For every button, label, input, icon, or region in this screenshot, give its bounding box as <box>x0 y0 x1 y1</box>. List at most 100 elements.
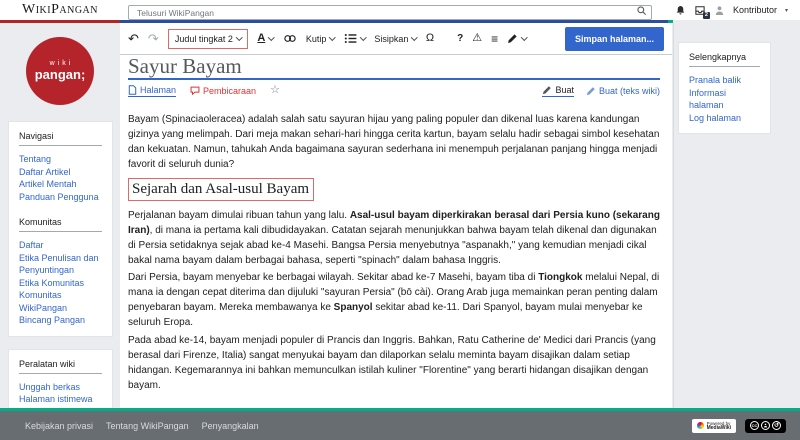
pencil-icon <box>542 85 552 95</box>
nav-card: Navigasi Tentang Daftar Artikel Artikel … <box>8 121 113 337</box>
help-button[interactable]: ? <box>457 33 463 44</box>
sidebar-item-artikel-mentah[interactable]: Artikel Mentah <box>19 178 102 191</box>
page-footer: Kebijakan privasi Tentang WikiPangan Pen… <box>0 408 800 440</box>
powered-by-mediawiki-badge[interactable]: Powered byMediaWiki <box>692 419 736 433</box>
section-heading-wrap: Sejarah dan Asal-usul Bayam <box>128 178 660 201</box>
notifications-tray-icon[interactable]: 2 <box>694 5 706 16</box>
logo-text-pangan: pangan; <box>35 67 86 82</box>
user-avatar-icon[interactable] <box>714 5 725 16</box>
bell-icon[interactable] <box>675 5 686 16</box>
save-page-button[interactable]: Simpan halaman... <box>565 27 664 51</box>
sidebar-item-daftar[interactable]: Daftar <box>19 239 102 252</box>
top-header: WikiPangan 2 Kontributor ▾ <box>0 0 800 20</box>
community-heading: Komunitas <box>19 217 102 232</box>
page-icon <box>128 85 137 95</box>
footer-link-penyangkalan[interactable]: Penyangkalan <box>202 421 259 431</box>
text-style-icon: A <box>257 33 265 44</box>
user-menu-caret-icon[interactable]: ▾ <box>785 7 788 14</box>
text-run: Dari Persia, bayam menyebar ke berbagai … <box>128 272 538 283</box>
bullet-list-icon <box>344 33 357 44</box>
user-area: 2 Kontributor ▾ <box>675 5 800 16</box>
action-buat-label: Buat <box>555 85 574 95</box>
tab-halaman-label: Halaman <box>140 85 176 95</box>
list-format-dropdown[interactable] <box>344 33 366 44</box>
special-character-button[interactable]: Ω <box>426 33 434 44</box>
creative-commons-badge[interactable]: CC ↺ <box>745 419 786 433</box>
paragraph-history: Perjalanan bayam dimulai ribuan tahun ya… <box>128 208 660 268</box>
talk-bubble-icon <box>190 86 200 96</box>
sidebar-item-etika-komunitas[interactable]: Etika Komunitas <box>19 277 102 290</box>
footer-badges: Powered byMediaWiki CC ↺ <box>692 419 786 433</box>
editor-switch-dropdown[interactable] <box>507 33 527 44</box>
search-input[interactable] <box>128 5 652 20</box>
sidebar-item-log-halaman[interactable]: Log halaman <box>689 112 760 125</box>
insert-label: Sisipkan <box>374 34 408 44</box>
sidebar-item-bincang-pangan[interactable]: Bincang Pangan <box>19 314 102 327</box>
chevron-down-icon <box>268 34 274 40</box>
pencil-icon <box>586 86 596 96</box>
mw-badge-line2: MediaWiki <box>707 426 731 431</box>
footer-link-tentang-wikipangan[interactable]: Tentang WikiPangan <box>106 421 189 431</box>
search-icon[interactable] <box>636 5 647 16</box>
sidebar-item-unggah-berkas[interactable]: Unggah berkas <box>19 381 102 394</box>
action-buat-teks-wiki[interactable]: Buat (teks wiki) <box>586 86 660 96</box>
bold-text-run: Spanyol <box>334 302 373 313</box>
redo-icon[interactable]: ↷ <box>148 32 159 45</box>
wiki-tools-heading: Peralatan wiki <box>19 359 102 374</box>
insert-dropdown[interactable]: Sisipkan <box>374 34 417 44</box>
editor-toolbar: ↶ ↷ Judul tingkat 2 A Kutip Sis <box>120 23 672 55</box>
sidebar-item-panduan-pengguna[interactable]: Panduan Pengguna <box>19 191 102 204</box>
sidebar-item-etika-penulisan[interactable]: Etika Penulisan dan Penyuntingan <box>19 252 102 277</box>
undo-icon[interactable]: ↶ <box>128 32 139 45</box>
sidebar-item-pranala-balik[interactable]: Pranala balik <box>689 74 760 87</box>
format-dropdown-label: Judul tingkat 2 <box>175 34 233 44</box>
link-icon <box>283 33 297 44</box>
paragraph-format-dropdown[interactable]: Judul tingkat 2 <box>168 29 249 49</box>
main-content: ↶ ↷ Judul tingkat 2 A Kutip Sis <box>120 23 672 408</box>
notification-badge: 2 <box>703 12 710 19</box>
text-run: , di mana ia pertama kali dibudidayakan.… <box>128 225 657 266</box>
sidebar-item-informasi-halaman[interactable]: Informasi halaman <box>689 87 760 112</box>
page-tabs: Halaman Pembicaraan ☆ Buat Buat (teks wi… <box>128 84 660 97</box>
more-heading: Selengkapnya <box>689 52 760 67</box>
mediawiki-flower-icon <box>697 422 704 429</box>
chevron-down-icon <box>521 34 527 40</box>
sidebar-item-tentang[interactable]: Tentang <box>19 153 102 166</box>
article-body: Sayur Bayam Halaman Pembicaraan ☆ Buat <box>120 55 672 393</box>
bold-text-run: Tiongkok <box>538 272 582 283</box>
more-card: Selengkapnya Pranala balik Informasi hal… <box>678 42 771 134</box>
pencil-icon <box>507 33 518 44</box>
nav-heading: Navigasi <box>19 131 102 146</box>
logo-text-wiki: wiki <box>50 60 74 67</box>
action-buat-teks-wiki-label: Buat (teks wiki) <box>599 86 660 96</box>
wikipangan-logo[interactable]: wiki pangan; <box>26 37 94 105</box>
chevron-down-icon <box>360 34 366 40</box>
right-sidebar: Selengkapnya Pranala balik Informasi hal… <box>673 23 800 408</box>
username[interactable]: Kontributor <box>733 5 777 15</box>
cc-by-person-icon <box>761 421 770 430</box>
chevron-down-icon <box>411 34 417 40</box>
action-buat[interactable]: Buat <box>542 85 574 97</box>
cc-sa-icon: ↺ <box>772 421 781 430</box>
paragraph-intro: Bayam (Spinaciaoleracea) adalah salah sa… <box>128 112 660 172</box>
page-title: Sayur Bayam <box>128 55 660 80</box>
wiki-tools-card: Peralatan wiki Unggah berkas Halaman ist… <box>8 349 113 416</box>
notices-warning-icon[interactable]: ⚠ <box>472 33 482 44</box>
site-logo[interactable]: WikiPangan <box>0 2 120 18</box>
tab-pembicaraan[interactable]: Pembicaraan <box>190 86 256 96</box>
sidebar-item-komunitas-wikipangan[interactable]: Komunitas WikiPangan <box>19 289 102 314</box>
paragraph-europe: Pada abad ke-14, bayam menjadi populer d… <box>128 333 660 393</box>
cite-dropdown[interactable]: Kutip <box>306 34 335 44</box>
text-style-dropdown[interactable]: A <box>257 33 273 44</box>
tab-halaman[interactable]: Halaman <box>128 85 176 97</box>
section-heading-selected[interactable]: Sejarah dan Asal-usul Bayam <box>128 178 314 201</box>
sidebar-item-halaman-istimewa[interactable]: Halaman istimewa <box>19 393 102 406</box>
sidebar-item-daftar-artikel[interactable]: Daftar Artikel <box>19 166 102 179</box>
chevron-down-icon <box>236 34 242 40</box>
cite-label: Kutip <box>306 34 327 44</box>
page-options-menu-icon[interactable]: ≡ <box>491 33 498 45</box>
footer-link-kebijakan-privasi[interactable]: Kebijakan privasi <box>25 421 93 431</box>
watch-star-icon[interactable]: ☆ <box>270 85 280 96</box>
cc-icon: CC <box>750 421 759 430</box>
link-button[interactable] <box>283 33 297 44</box>
